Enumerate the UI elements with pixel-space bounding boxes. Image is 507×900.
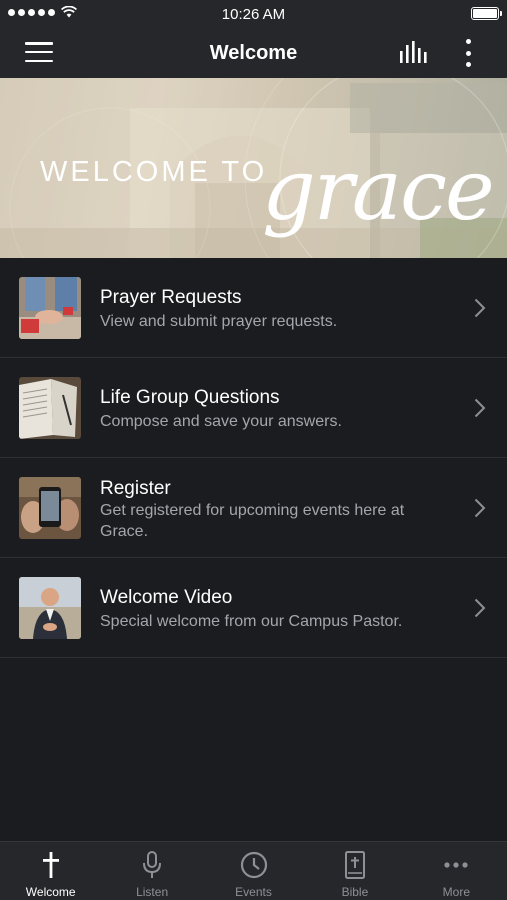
- item-subtitle: Compose and save your answers.: [100, 413, 342, 430]
- item-title: Life Group Questions: [100, 387, 280, 408]
- item-subtitle: Get registered for upcoming events here …: [100, 502, 405, 540]
- chevron-right-icon: [474, 398, 486, 418]
- signal-indicators: [8, 6, 77, 18]
- chevron-right-icon: [474, 298, 486, 318]
- tab-label: Welcome: [25, 885, 76, 899]
- tab-label: More: [442, 885, 470, 899]
- list-item-prayer-requests[interactable]: Prayer Requests View and submit prayer r…: [0, 258, 507, 358]
- battery-icon: [471, 7, 502, 20]
- more-options-icon[interactable]: [460, 39, 476, 67]
- tab-label: Events: [235, 885, 272, 899]
- wifi-icon: [61, 6, 77, 18]
- tab-label: Listen: [136, 885, 169, 899]
- chevron-right-icon: [474, 598, 486, 618]
- nav-bar: Welcome: [0, 28, 507, 78]
- tab-events[interactable]: Events: [203, 842, 304, 900]
- tab-listen[interactable]: Listen: [101, 842, 202, 900]
- register-thumbnail: [19, 477, 81, 539]
- cross-icon: [42, 852, 59, 878]
- menu-list: Prayer Requests View and submit prayer r…: [0, 258, 507, 658]
- menu-icon[interactable]: [25, 42, 53, 62]
- status-time: 10:26 AM: [221, 5, 286, 23]
- more-icon: [444, 862, 468, 868]
- tab-bible[interactable]: Bible: [304, 842, 405, 900]
- banner-welcome-text: WELCOME TO: [40, 156, 268, 188]
- item-title: Welcome Video: [100, 587, 233, 608]
- tab-bar: Welcome Listen Events Bible More: [0, 841, 507, 900]
- life-group-questions-thumbnail: [19, 377, 81, 439]
- clock-icon: [240, 851, 267, 879]
- item-subtitle: Special welcome from our Campus Pastor.: [100, 613, 403, 630]
- microphone-icon: [143, 851, 162, 878]
- signal-strength-icon: [8, 8, 55, 16]
- list-item-life-group-questions[interactable]: Life Group Questions Compose and save yo…: [0, 358, 507, 458]
- tab-label: Bible: [341, 885, 369, 899]
- prayer-requests-thumbnail: [19, 277, 81, 339]
- item-subtitle: View and submit prayer requests.: [100, 313, 338, 330]
- bible-icon: [344, 851, 365, 879]
- list-item-welcome-video[interactable]: Welcome Video Special welcome from our C…: [0, 558, 507, 658]
- item-title: Prayer Requests: [100, 287, 242, 308]
- welcome-banner[interactable]: WELCOME TO grace: [0, 78, 507, 258]
- item-title: Register: [100, 478, 171, 499]
- tab-more[interactable]: More: [406, 842, 507, 900]
- status-bar: 10:26 AM: [0, 0, 507, 28]
- list-item-register[interactable]: Register Get registered for upcoming eve…: [0, 458, 507, 558]
- tab-welcome[interactable]: Welcome: [0, 842, 101, 900]
- audio-bars-icon[interactable]: [398, 41, 430, 65]
- chevron-right-icon: [474, 498, 486, 518]
- welcome-video-thumbnail: [19, 577, 81, 639]
- page-title: Welcome: [209, 41, 298, 64]
